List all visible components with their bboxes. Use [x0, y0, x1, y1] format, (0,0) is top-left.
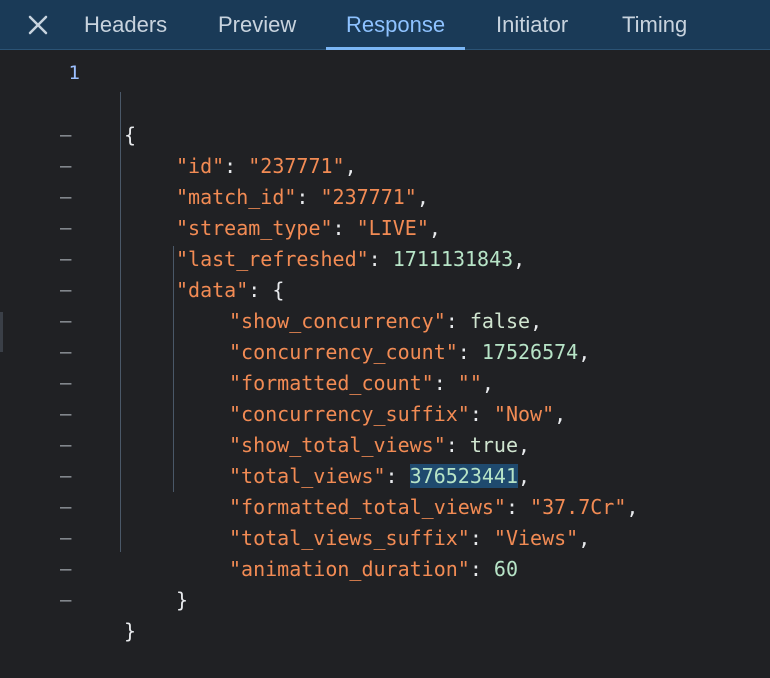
tab-response[interactable]: Response: [326, 0, 466, 50]
close-brace-inner: }: [176, 588, 189, 612]
close-icon[interactable]: [22, 9, 54, 41]
json-value: false: [469, 309, 531, 333]
code-line: – "formatted_total_views": "37.7Cr",: [0, 430, 638, 519]
json-key: "total_views": [229, 464, 386, 488]
code-line: – "total_views": 376523441,: [0, 399, 530, 488]
fold-marker[interactable]: –: [60, 213, 80, 244]
fold-marker[interactable]: –: [60, 120, 80, 151]
fold-marker[interactable]: –: [60, 337, 80, 368]
code-line: – "show_concurrency": false,: [0, 244, 542, 333]
json-value: 1711131843: [392, 247, 514, 271]
code-line: – "animation_duration": 60: [0, 492, 518, 581]
code-line: – "show_total_views": true,: [0, 368, 530, 457]
json-value: "Now": [493, 402, 555, 426]
json-value: true: [469, 433, 519, 457]
fold-marker[interactable]: –: [60, 492, 80, 523]
json-key: "show_concurrency": [229, 309, 446, 333]
selected-json-value[interactable]: 376523441: [409, 464, 519, 488]
json-key: "stream_type": [176, 216, 333, 240]
code-line: – "data": {: [0, 213, 284, 302]
code-line: – "concurrency_suffix": "Now",: [0, 337, 566, 426]
json-key: "animation_duration": [229, 557, 470, 581]
line-number: 1: [68, 62, 80, 84]
fold-marker[interactable]: –: [60, 554, 80, 585]
json-key: "formatted_total_views": [229, 495, 506, 519]
json-key: "data": [176, 278, 249, 302]
indent-guide: [173, 246, 174, 492]
json-key: "formatted_count": [229, 371, 434, 395]
json-value: "237771": [320, 185, 417, 209]
code-line: 1 {: [0, 58, 137, 147]
fold-marker[interactable]: –: [60, 182, 80, 213]
response-code-viewer[interactable]: 1 { – "id": "237771", – "match_id": "237…: [0, 50, 770, 648]
devtools-tab-bar: Headers Preview Response Initiator Timin…: [0, 0, 770, 50]
code-line: – "formatted_count": "",: [0, 306, 494, 395]
json-value: "LIVE": [356, 216, 429, 240]
json-key: "last_refreshed": [176, 247, 369, 271]
code-line: – "id": "237771",: [0, 89, 357, 178]
json-key: "show_total_views": [229, 433, 446, 457]
tab-timing[interactable]: Timing: [622, 0, 687, 50]
fold-marker[interactable]: –: [60, 585, 80, 616]
fold-marker[interactable]: –: [60, 244, 80, 275]
json-value: "37.7Cr": [530, 495, 627, 519]
json-value: 17526574: [481, 340, 579, 364]
fold-marker[interactable]: –: [60, 151, 80, 182]
code-line: – "match_id": "237771",: [0, 120, 429, 209]
fold-marker[interactable]: –: [60, 399, 80, 430]
json-value: "Views": [493, 526, 579, 550]
tab-preview[interactable]: Preview: [218, 0, 296, 50]
json-value: 60: [493, 557, 519, 581]
json-key: "total_views_suffix": [229, 526, 470, 550]
json-value: "": [457, 371, 482, 395]
fold-marker[interactable]: –: [60, 306, 80, 337]
fold-marker[interactable]: –: [60, 430, 80, 461]
tab-headers[interactable]: Headers: [84, 0, 167, 50]
json-key: "concurrency_suffix": [229, 402, 470, 426]
fold-marker[interactable]: –: [60, 368, 80, 399]
open-brace: {: [124, 123, 137, 147]
indent-guide: [120, 92, 121, 552]
code-line: – "concurrency_count": 17526574,: [0, 275, 590, 364]
fold-marker[interactable]: –: [60, 523, 80, 554]
json-key: "match_id": [176, 185, 297, 209]
code-line: – "total_views_suffix": "Views",: [0, 461, 590, 550]
code-line: – "stream_type": "LIVE",: [0, 151, 441, 240]
code-line: – }: [0, 523, 188, 612]
close-brace-outer: }: [124, 619, 137, 643]
code-line: – "last_refreshed": 1711131843,: [0, 182, 525, 271]
fold-marker[interactable]: –: [60, 461, 80, 492]
json-key: "concurrency_count": [229, 340, 458, 364]
json-value: "237771": [248, 154, 345, 178]
fold-marker[interactable]: –: [60, 275, 80, 306]
tab-initiator[interactable]: Initiator: [496, 0, 568, 50]
code-line: – }: [0, 554, 136, 643]
json-key: "id": [176, 154, 225, 178]
